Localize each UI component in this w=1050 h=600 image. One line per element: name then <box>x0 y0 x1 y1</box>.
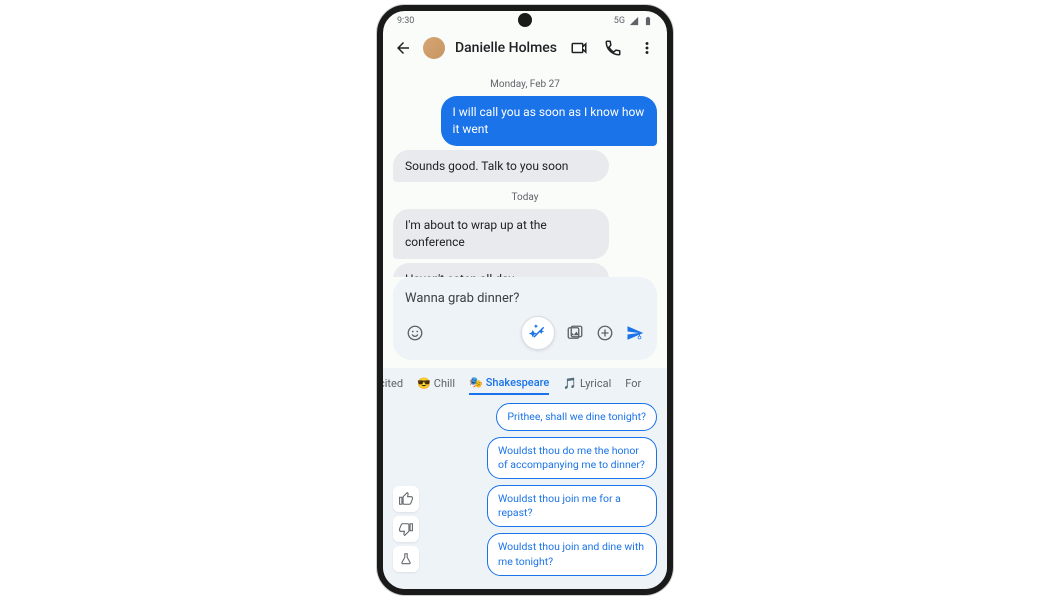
add-attachment-button[interactable] <box>595 323 615 343</box>
thumbs-up-button[interactable] <box>393 486 419 512</box>
tone-tab-partial-right[interactable]: For <box>625 377 641 394</box>
message-sent[interactable]: I will call you as soon as I know how it… <box>441 96 657 146</box>
video-call-button[interactable] <box>569 38 589 58</box>
emoji-button[interactable] <box>405 323 425 343</box>
gallery-button[interactable] <box>565 323 585 343</box>
date-separator: Monday, Feb 27 <box>393 79 657 90</box>
compose-area <box>393 277 657 360</box>
magic-compose-button[interactable] <box>521 316 555 350</box>
tone-tab-lyrical[interactable]: 🎵Lyrical <box>563 377 611 394</box>
message-input[interactable] <box>405 291 645 306</box>
message-received[interactable]: Haven't eaten all day <box>393 263 609 277</box>
conversation-header: Danielle Holmes <box>383 31 667 65</box>
signal-icon <box>629 16 639 26</box>
back-button[interactable] <box>393 38 413 58</box>
battery-icon <box>643 16 653 26</box>
status-time: 9:30 <box>397 16 414 26</box>
suggestion-chip[interactable]: Prithee, shall we dine tonight? <box>496 403 657 431</box>
message-received[interactable]: Sounds good. Talk to you soon <box>393 150 609 183</box>
camera-notch <box>518 13 532 27</box>
suggestions-list: Prithee, shall we dine tonight? Wouldst … <box>425 403 667 576</box>
tone-tab-shakespeare[interactable]: 🎭Shakespeare <box>469 376 549 395</box>
tone-tab-chill[interactable]: 😎Chill <box>417 377 455 394</box>
more-options-button[interactable] <box>637 38 657 58</box>
tone-tab-partial-left[interactable]: cited <box>383 377 403 394</box>
thumbs-down-icon <box>399 522 413 536</box>
suggestion-chip[interactable]: Wouldst thou join me for a repast? <box>487 485 657 527</box>
phone-frame: 9:30 5G Danielle Holmes <box>377 5 673 595</box>
date-separator: Today <box>393 192 657 203</box>
flask-icon <box>399 552 413 566</box>
suggestion-chip[interactable]: Wouldst thou join and dine with me tonig… <box>487 533 657 575</box>
contact-name[interactable]: Danielle Holmes <box>455 40 557 56</box>
magic-compose-panel: cited 😎Chill 🎭Shakespeare 🎵Lyrical For <box>383 368 667 590</box>
conversation-thread[interactable]: Monday, Feb 27 I will call you as soon a… <box>383 65 667 277</box>
suggestion-chip[interactable]: Wouldst thou do me the honor of accompan… <box>487 437 657 479</box>
voice-call-button[interactable] <box>603 38 623 58</box>
thumbs-down-button[interactable] <box>393 516 419 542</box>
send-button[interactable] <box>625 323 645 343</box>
tone-tabs[interactable]: cited 😎Chill 🎭Shakespeare 🎵Lyrical For <box>383 376 667 403</box>
experiment-button[interactable] <box>393 546 419 572</box>
message-received[interactable]: I'm about to wrap up at the conference <box>393 209 609 259</box>
contact-avatar[interactable] <box>423 37 445 59</box>
status-network: 5G <box>614 16 625 26</box>
thumbs-up-icon <box>399 492 413 506</box>
